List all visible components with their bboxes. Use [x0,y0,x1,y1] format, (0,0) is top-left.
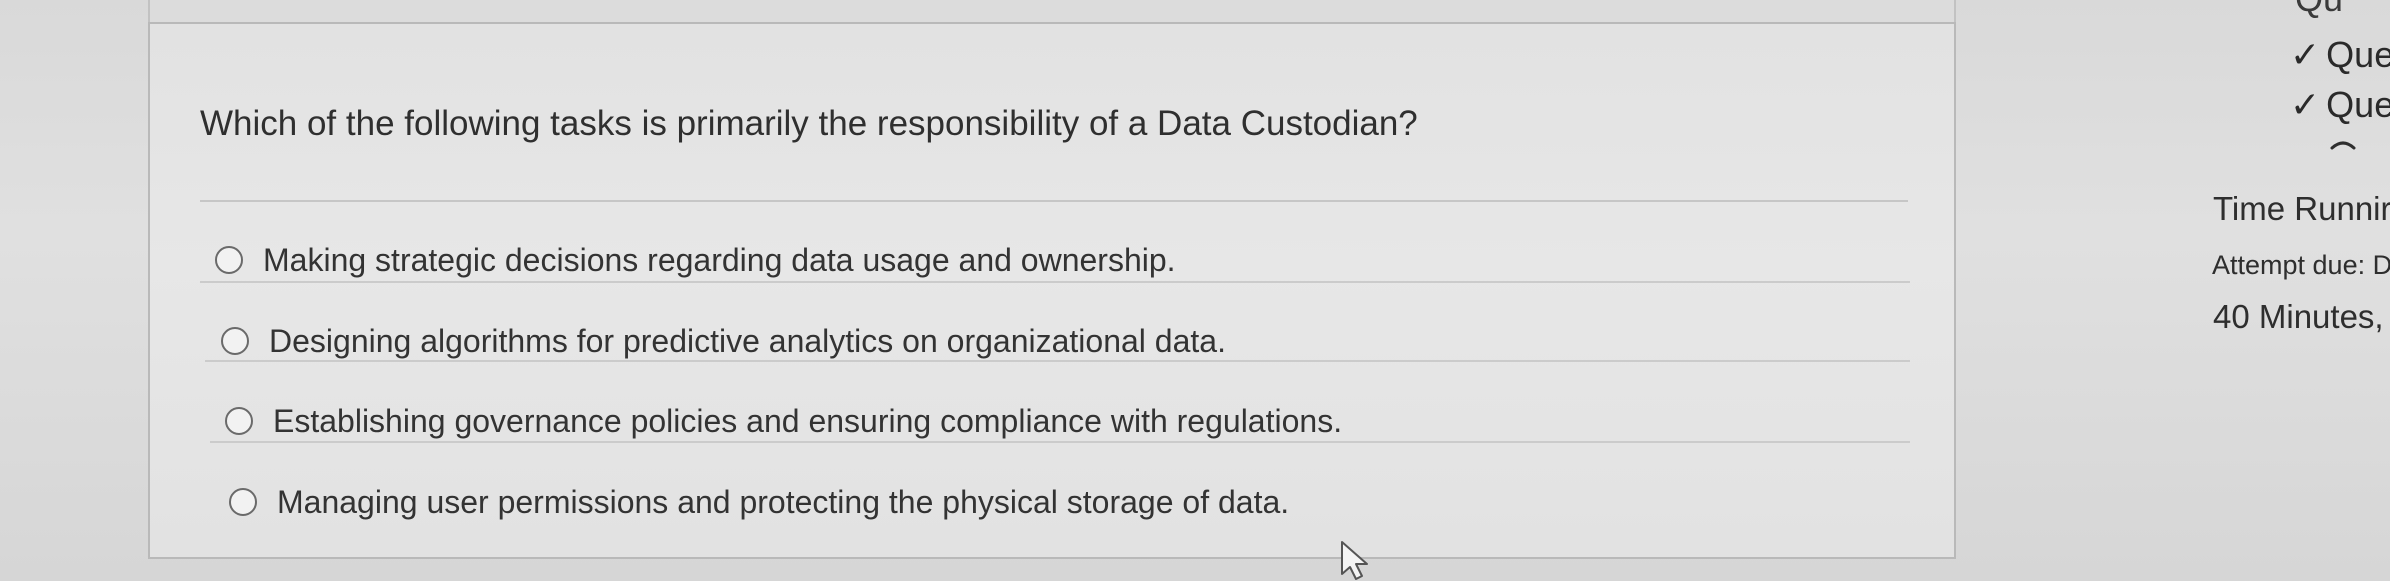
question-link-label: Que [2326,84,2390,125]
answer-option-label: Making strategic decisions regarding dat… [263,241,1176,278]
answer-option-label: Managing user permissions and protecting… [277,483,1290,520]
answer-option-1[interactable]: Making strategic decisions regarding dat… [215,225,1176,295]
answer-option-2[interactable]: Designing algorithms for predictive anal… [221,306,1226,376]
check-icon: ✓ [2290,34,2321,75]
answer-option-label: Designing algorithms for predictive anal… [269,322,1226,359]
radio-button-icon[interactable] [225,407,253,435]
answer-divider [210,441,1910,443]
question-link-partial[interactable]: Qu [2295,0,2343,20]
time-remaining: 40 Minutes, [2213,298,2384,335]
radio-button-icon[interactable] [229,488,257,516]
answer-list: Making strategic decisions regarding dat… [0,0,2390,581]
answer-divider [200,281,1910,283]
question-link[interactable]: ✓ Que [2290,84,2390,126]
radio-button-icon[interactable] [215,246,243,274]
question-link[interactable]: ✓ Que [2290,34,2390,76]
chevron-up-icon[interactable] [2328,138,2358,150]
answer-divider [205,360,1910,362]
timer-title: Time Runnir [2213,190,2390,227]
answer-option-label: Establishing governance policies and ens… [273,402,1343,439]
question-link-label: Que [2326,34,2390,75]
answer-option-3[interactable]: Establishing governance policies and ens… [225,386,1342,456]
check-icon: ✓ [2290,84,2321,125]
mouse-cursor-icon [1341,541,1368,580]
quiz-sidebar: Qu ✓ Que ✓ Que Time Runnir Attempt due: … [2120,0,2390,581]
answer-option-4[interactable]: Managing user permissions and protecting… [229,467,1289,537]
attempt-due-text: Attempt due: D [2212,250,2390,280]
radio-button-icon[interactable] [221,327,249,355]
